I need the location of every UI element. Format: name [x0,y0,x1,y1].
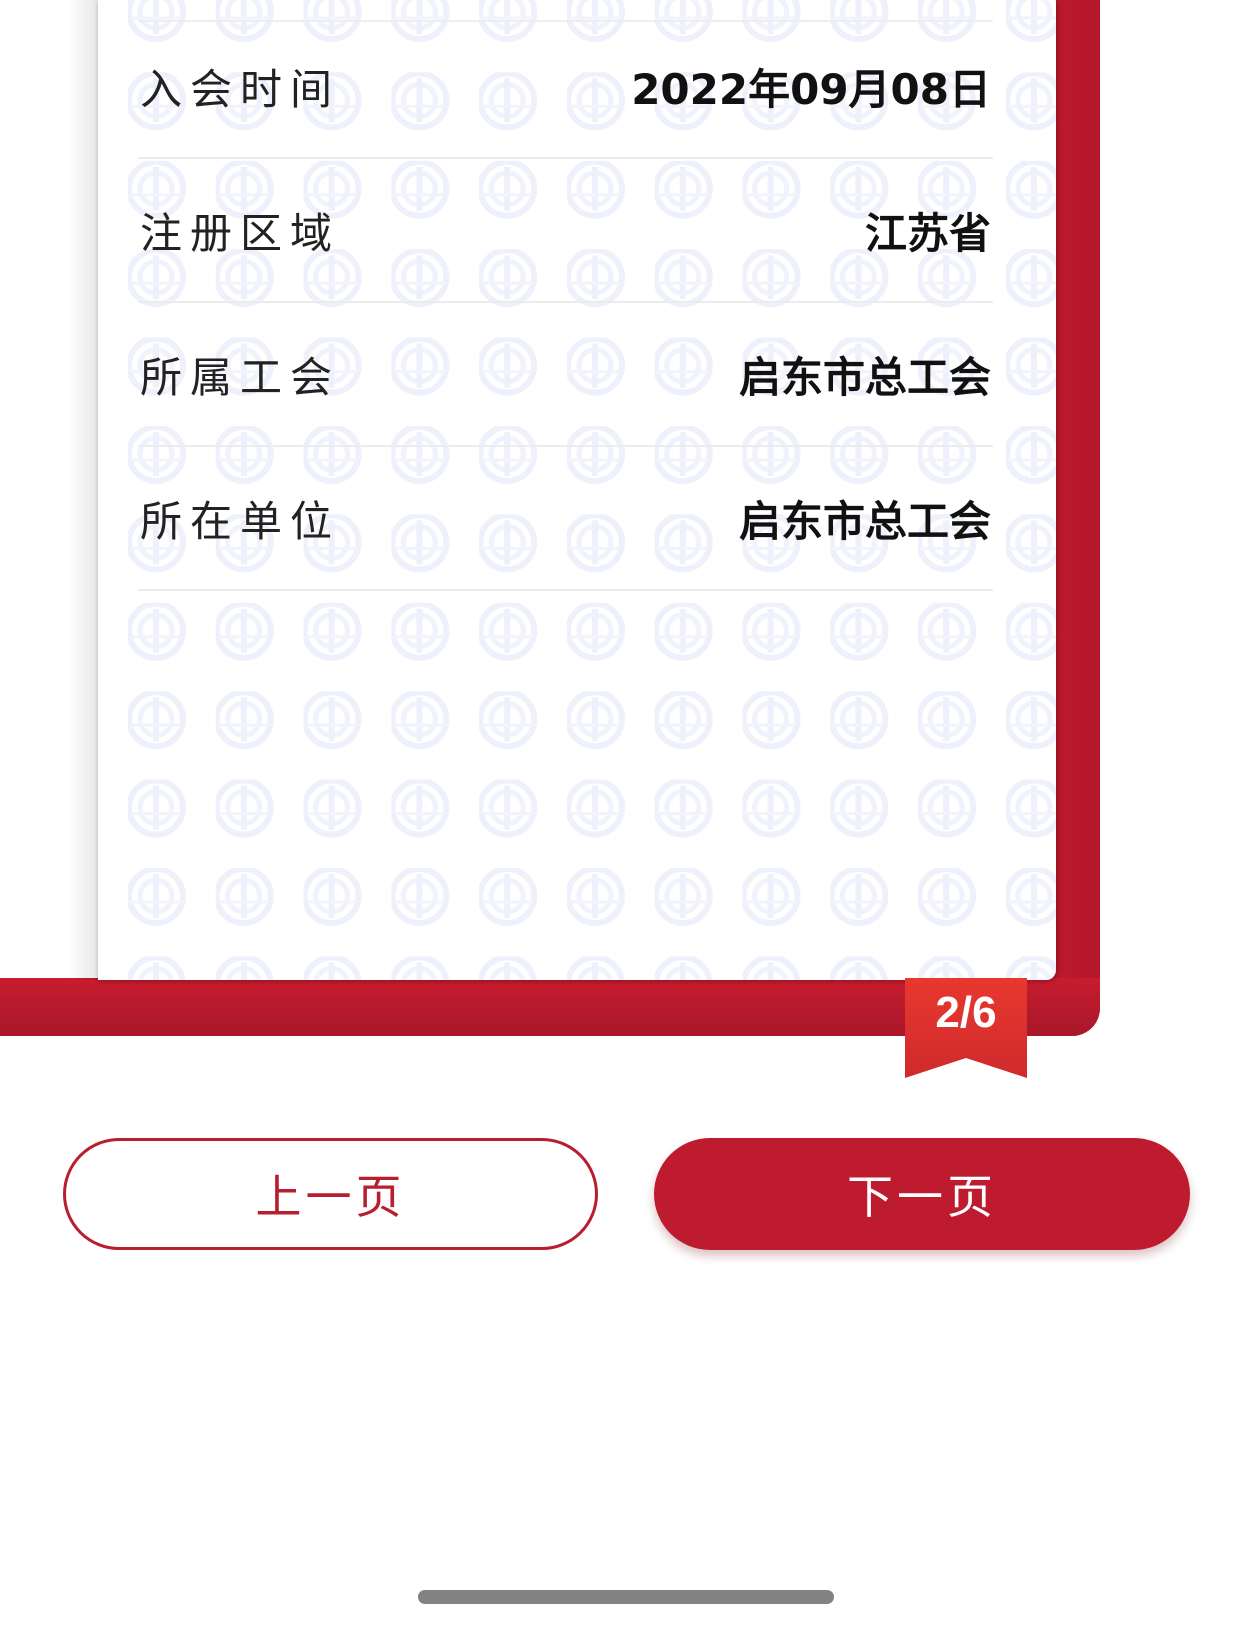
row-label: 注册区域 [140,208,341,258]
info-row-region: 注册区域 江苏省 [138,159,993,303]
home-indicator[interactable] [418,1590,834,1604]
row-value: 启东市总工会 [738,496,991,546]
prev-page-button[interactable]: 上一页 [63,1138,598,1250]
row-label: 所属工会 [140,352,341,402]
row-value: 江苏省 [864,208,991,258]
next-page-button[interactable]: 下一页 [654,1138,1190,1250]
info-row-join-date: 入会时间 2022年09月08日 [138,15,993,159]
info-row-employer: 所在单位 启东市总工会 [138,447,993,591]
row-label: 入会时间 [140,64,341,114]
info-row-union: 所属工会 启东市总工会 [138,303,993,447]
page-indicator-ribbon: 2/6 [905,978,1027,1082]
screen: 入会时间 2022年09月08日 注册区域 江苏省 所属工会 启东市总工会 所在… [0,0,1246,1644]
row-value: 2022年09月08日 [631,64,991,114]
member-card-page: 入会时间 2022年09月08日 注册区域 江苏省 所属工会 启东市总工会 所在… [98,0,1056,980]
page-stack-shadow [68,0,100,980]
row-value: 启东市总工会 [738,352,991,402]
page-indicator: 2/6 [935,988,997,1037]
row-label: 所在单位 [140,496,341,546]
